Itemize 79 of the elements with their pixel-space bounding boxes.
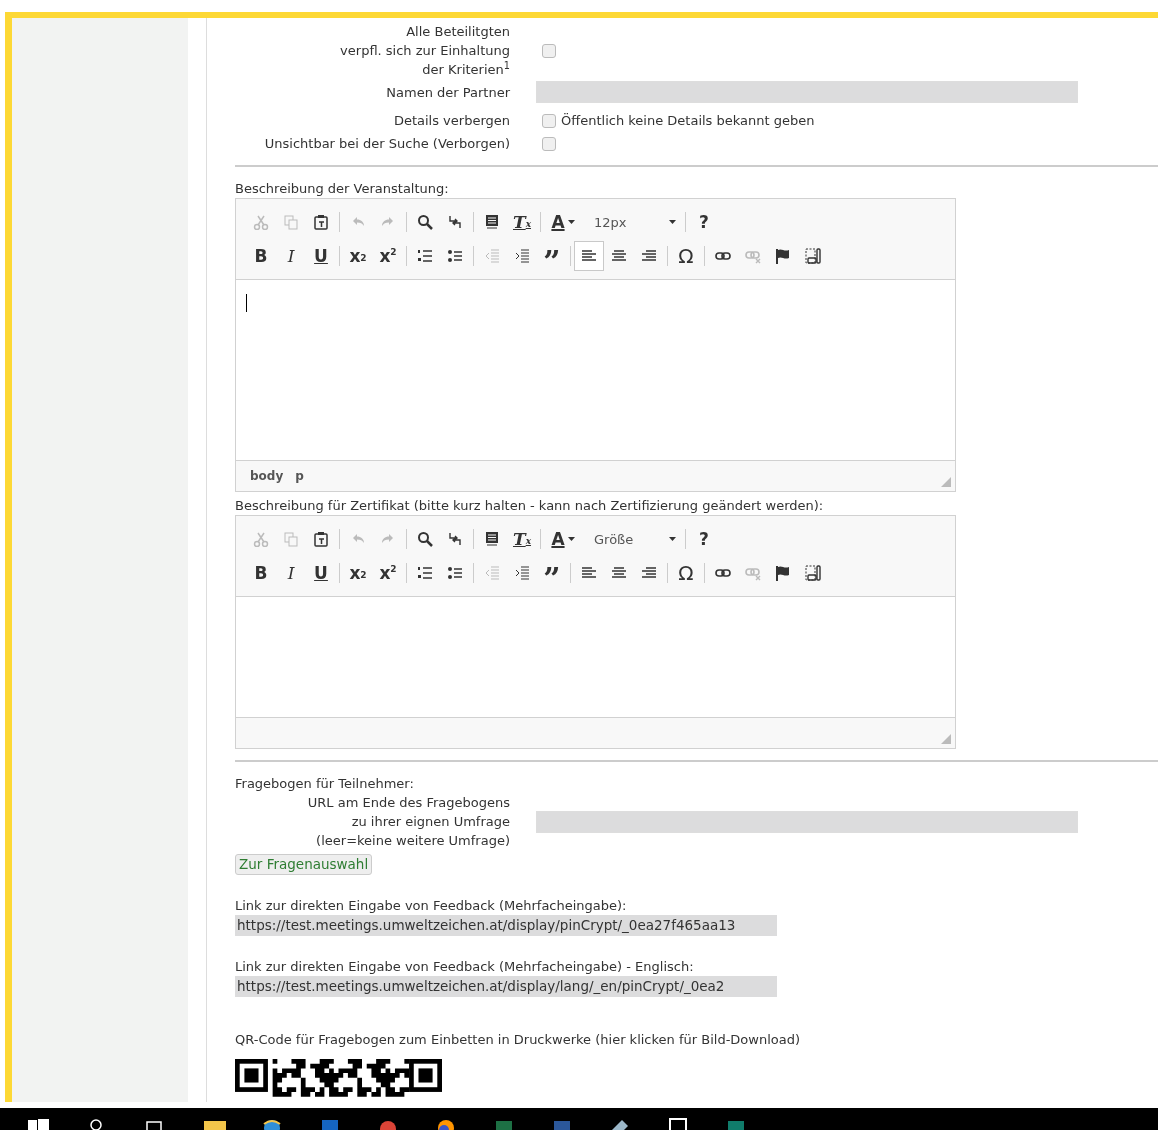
align-center-icon <box>611 565 627 581</box>
help-button[interactable]: ? <box>689 207 719 237</box>
field-label: Namen der Partner <box>385 83 510 102</box>
field-label: Unsichtbar bei der Suche (Verborgen) <box>263 135 510 153</box>
copy-icon <box>283 214 299 230</box>
checkbox[interactable] <box>542 43 556 58</box>
url-field[interactable]: https://test.meetings.umweltzeichen.at/display/pinCrypt/_0ea27f465aa13 <box>235 915 777 936</box>
caret-icon <box>567 220 575 224</box>
indent-icon <box>514 248 530 264</box>
italic-button[interactable]: I <box>276 558 306 588</box>
text-block-icon <box>484 214 500 230</box>
italic-button[interactable]: I <box>276 241 306 271</box>
swap-arrows-icon <box>447 214 463 230</box>
link-label: Link zur direkten Eingabe von Feedback (Mehrfacheingabe) - Englisch: <box>235 958 695 976</box>
unlink-icon <box>745 248 761 264</box>
superscript-button[interactable]: x$^{2}$ <box>373 241 403 271</box>
scissors-icon <box>253 214 269 230</box>
underline-button[interactable]: U <box>306 241 336 271</box>
unlink-icon <box>745 565 761 581</box>
field-label: Details verbergen <box>392 112 510 130</box>
caret-icon <box>567 537 575 541</box>
blockquote-button[interactable]: ” <box>537 558 567 588</box>
numbered-list-icon <box>417 565 433 581</box>
section-label: Fragebogen für Teilnehmer: <box>235 775 415 793</box>
indent-icon <box>514 565 530 581</box>
bold-button[interactable]: B <box>246 558 276 588</box>
bullet-list-icon <box>447 248 463 264</box>
special-character-button[interactable]: Ω <box>671 241 701 271</box>
superscript-button[interactable]: x$^{2}$ <box>373 558 403 588</box>
font-size-dropdown[interactable]: Größe <box>582 524 682 554</box>
resize-grip-icon[interactable] <box>941 734 951 744</box>
checkbox[interactable] <box>542 113 556 128</box>
qr-code[interactable] <box>235 1059 442 1097</box>
underline-button[interactable]: U <box>306 558 336 588</box>
resize-grip-icon[interactable] <box>941 477 951 487</box>
search-icon <box>417 214 433 230</box>
copy-icon <box>283 531 299 547</box>
text-block-icon <box>484 531 500 547</box>
outdent-icon <box>484 248 500 264</box>
swap-arrows-icon <box>447 531 463 547</box>
bullet-list-icon <box>447 565 463 581</box>
search-icon <box>417 531 433 547</box>
special-character-button[interactable]: Ω <box>671 558 701 588</box>
url-field[interactable]: https://test.meetings.umweltzeichen.at/display/lang/_en/pinCrypt/_0ea2 <box>235 976 777 997</box>
align-left-icon <box>581 248 597 264</box>
field-label: URL am Ende des Fragebogens zu ihrer eignen Umfrage (leer=keine weitere Umfrage) <box>306 794 510 850</box>
checkbox[interactable] <box>542 136 556 151</box>
text-color-button[interactable]: A <box>544 207 582 237</box>
path-item[interactable]: body <box>250 466 284 486</box>
blockquote-button[interactable]: ” <box>537 241 567 271</box>
align-center-icon <box>611 248 627 264</box>
help-button[interactable]: ? <box>689 524 719 554</box>
toolbar-button[interactable] <box>574 241 604 271</box>
scissors-icon <box>253 531 269 547</box>
align-right-icon <box>641 248 657 264</box>
font-size-dropdown[interactable]: 12px <box>582 207 682 237</box>
option-label: Öffentlich keine Details bekannt geben <box>561 112 815 130</box>
qr-code-link[interactable]: QR-Code für Fragebogen zum Einbetten in Druckwerke (hier klicken für Bild-Download) <box>235 1030 801 1049</box>
caret-icon <box>669 537 676 541</box>
question-selection-button[interactable]: Zur Fragenauswahl <box>235 854 373 875</box>
flag-icon <box>775 565 791 581</box>
link-label: Link zur direkten Eingabe von Feedback (Mehrfacheingabe): <box>235 897 628 915</box>
field-label: Alle Beteilitgten verpfl. sich zur Einhaltung der Kriterien$^{1}$ <box>339 23 510 79</box>
numbered-list-icon <box>417 248 433 264</box>
section-label: Beschreibung für Zertifikat (bitte kurz halten - kann nach Zertifizierung geändert werden): <box>235 497 825 515</box>
caret-icon <box>669 220 676 224</box>
text-cursor <box>246 294 247 312</box>
section-label: Beschreibung der Veranstaltung: <box>235 180 450 198</box>
clipboard-icon <box>313 214 329 230</box>
path-item[interactable]: p <box>295 466 304 486</box>
bold-button[interactable]: B <box>246 241 276 271</box>
clipboard-icon <box>313 531 329 547</box>
align-right-icon <box>641 565 657 581</box>
dotted-frame-icon <box>805 248 821 264</box>
outdent-icon <box>484 565 500 581</box>
dotted-frame-icon <box>805 565 821 581</box>
flag-icon <box>775 248 791 264</box>
align-left-icon <box>581 565 597 581</box>
text-color-button[interactable]: A <box>544 524 582 554</box>
